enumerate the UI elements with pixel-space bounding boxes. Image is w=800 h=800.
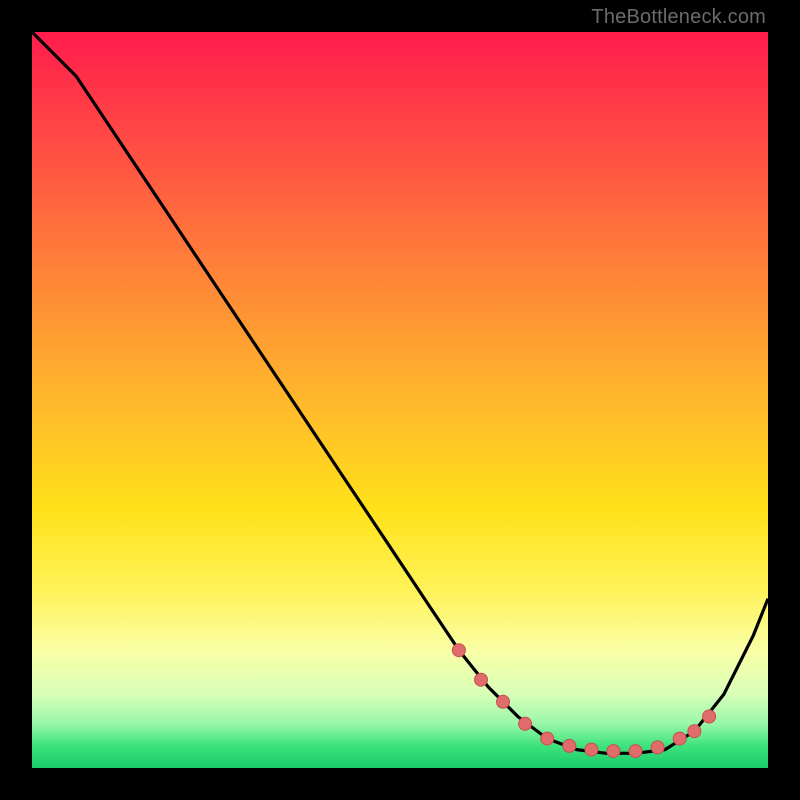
marker-dot — [629, 745, 642, 758]
marker-dot — [673, 732, 686, 745]
chart-svg — [32, 32, 768, 768]
marker-dot — [519, 717, 532, 730]
marker-dot — [563, 739, 576, 752]
marker-dot — [452, 644, 465, 657]
marker-group — [452, 644, 715, 758]
bottleneck-curve — [32, 32, 768, 753]
marker-dot — [703, 710, 716, 723]
marker-dot — [651, 741, 664, 754]
marker-dot — [585, 743, 598, 756]
marker-dot — [607, 745, 620, 758]
chart-frame: TheBottleneck.com — [0, 0, 800, 800]
marker-dot — [497, 695, 510, 708]
marker-dot — [541, 732, 554, 745]
plot-area — [32, 32, 768, 768]
marker-dot — [688, 725, 701, 738]
attribution-text: TheBottleneck.com — [591, 6, 766, 29]
marker-dot — [475, 673, 488, 686]
